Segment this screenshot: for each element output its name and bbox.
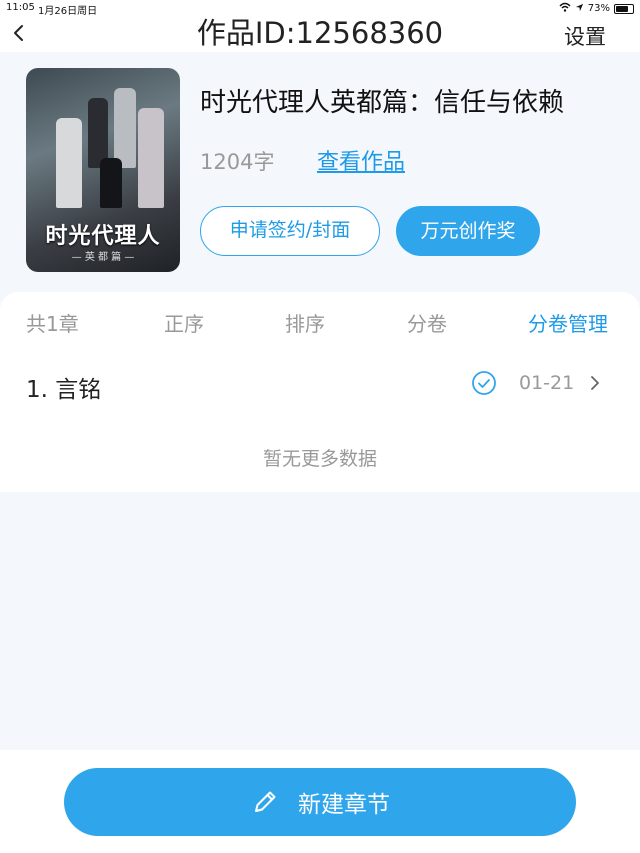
status-bar: 11:05 1月26日周日 73% <box>0 0 640 17</box>
chapter-row[interactable]: 1. 言铭 01-21 <box>0 362 640 408</box>
tab-volume-manage[interactable]: 分卷管理 <box>528 308 608 337</box>
tab-volume[interactable]: 分卷 <box>407 308 447 337</box>
tab-sort[interactable]: 排序 <box>285 308 325 337</box>
battery-icon <box>614 3 634 14</box>
chevron-right-icon <box>588 372 602 394</box>
work-header: 时光代理人 — 英 都 篇 — 时光代理人英都篇：信任与依赖 1204字 查看作… <box>0 52 640 292</box>
settings-button[interactable]: 设置 <box>564 21 606 51</box>
apply-sign-cover-button[interactable]: 申请签约/封面 <box>200 206 380 256</box>
creation-award-button[interactable]: 万元创作奖 <box>396 206 540 256</box>
status-indicators: 73% <box>559 2 634 15</box>
cover-figure <box>138 108 164 208</box>
cover-title: 时光代理人 <box>45 224 161 249</box>
new-chapter-button[interactable]: 新建章节 <box>64 768 576 836</box>
cover-figure <box>114 88 136 168</box>
book-cover[interactable]: 时光代理人 — 英 都 篇 — <box>26 68 180 272</box>
status-time: 11:05 <box>6 2 35 13</box>
battery-percent: 73% <box>587 3 610 14</box>
pencil-icon <box>250 787 280 817</box>
wifi-icon <box>559 2 571 15</box>
no-more-data-text: 暂无更多数据 <box>262 448 377 470</box>
status-date: 1月26日周日 <box>38 6 98 17</box>
word-count: 1204字 <box>200 150 275 174</box>
cover-figure <box>100 158 122 208</box>
view-work-link[interactable]: 查看作品 <box>317 144 405 176</box>
chapter-panel: 共1章 正序 排序 分卷 分卷管理 1. 言铭 01-21 暂无更多数据 <box>0 292 640 492</box>
tab-chapter-count: 共1章 <box>26 312 79 336</box>
chapter-date: 01-21 <box>519 372 575 394</box>
chapter-title: 1. 言铭 <box>26 377 102 403</box>
location-icon <box>575 3 584 15</box>
bottom-bar: 新建章节 <box>0 750 640 853</box>
tab-order-asc[interactable]: 正序 <box>164 308 204 337</box>
cover-subtitle: — 英 都 篇 — <box>71 252 135 263</box>
page-title: 作品ID:12568360 <box>196 16 444 50</box>
nav-bar: 作品ID:12568360 设置 <box>0 16 640 52</box>
cover-figure <box>56 118 82 208</box>
new-chapter-label: 新建章节 <box>298 792 390 818</box>
check-circle-icon <box>471 370 497 396</box>
work-title: 时光代理人英都篇：信任与依赖 <box>200 88 565 118</box>
